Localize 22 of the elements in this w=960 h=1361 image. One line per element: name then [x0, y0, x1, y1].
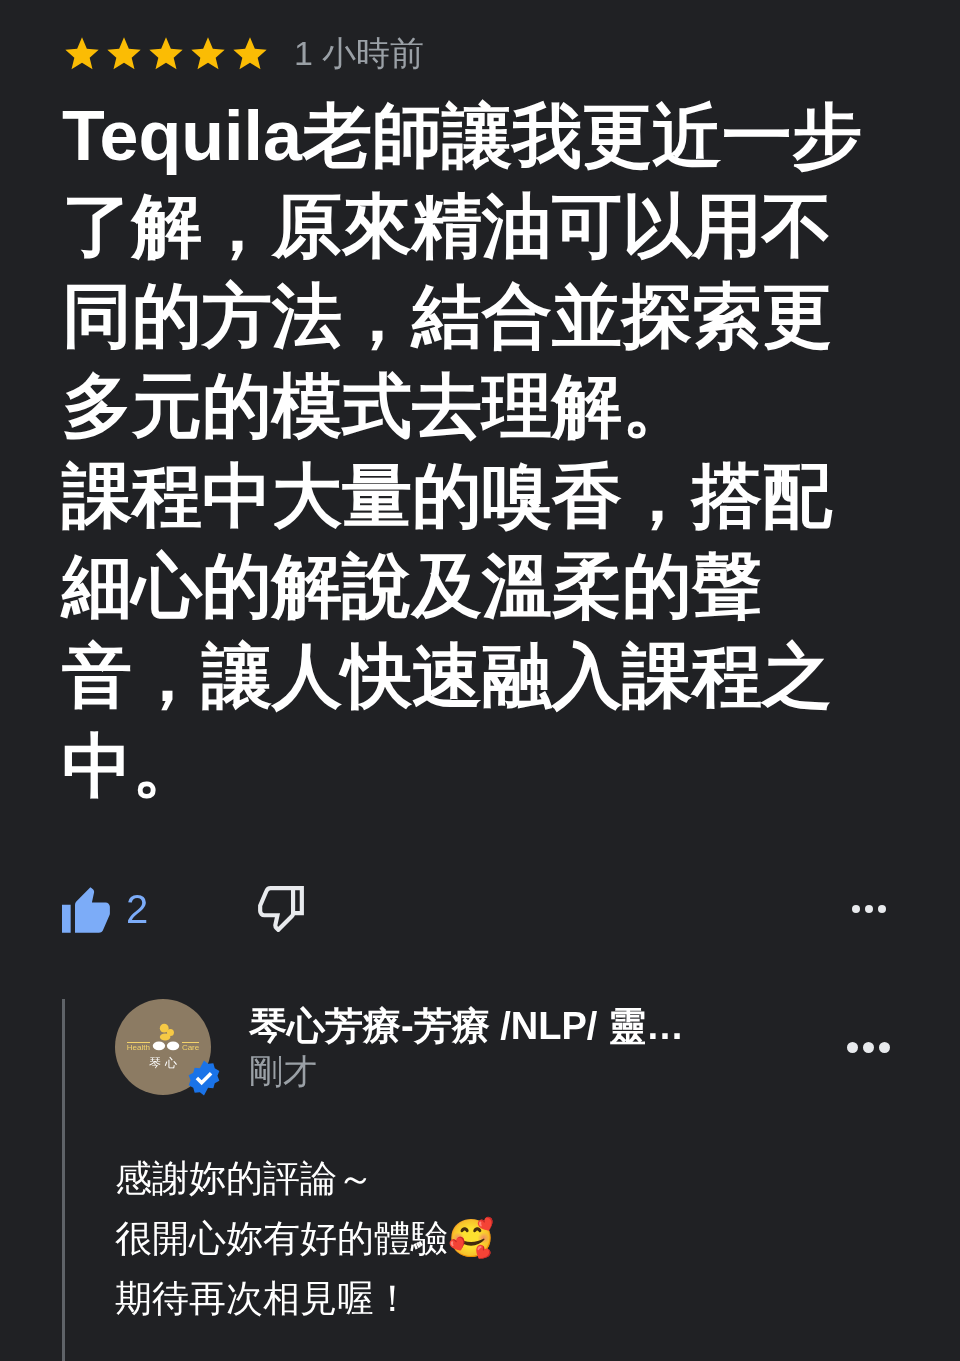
dislike-button[interactable] — [256, 886, 307, 932]
more-options-button[interactable] — [852, 905, 886, 913]
drops-icon — [150, 1022, 181, 1052]
review-text-line: 中。 — [62, 726, 202, 807]
logo-text: Care — [181, 1042, 200, 1052]
review-text-line: 音，讓人快速融入課程之 — [62, 636, 832, 717]
review-text-line: Tequila老師讓我更近一步 — [62, 96, 862, 177]
review-time: 1 小時前 — [294, 33, 425, 74]
reply-time: 剛才 — [249, 1051, 318, 1092]
logo-text: Health — [126, 1042, 150, 1052]
author-name: 琴心芳療-芳療 /NLP/ 靈… — [249, 1004, 684, 1049]
reply-text-line: 很開心妳有好的體驗🥰 — [115, 1215, 494, 1261]
like-button[interactable]: 2 — [62, 879, 149, 939]
review-text-line: 細心的解說及溫柔的聲 — [62, 546, 762, 627]
review-text-line: 課程中大量的嗅香，搭配 — [62, 456, 832, 537]
logo-name: 琴 心 — [149, 1055, 177, 1072]
reply-text-line: 期待再次相見喔！ — [115, 1277, 411, 1321]
reply-text-line: 感謝妳的評論～ — [115, 1157, 374, 1201]
review-text-line: 多元的模式去理解。 — [62, 366, 692, 447]
review-text-line: 了解，原來精油可以用不 — [62, 186, 832, 267]
review-text-line: 同的方法，結合並探索更 — [62, 276, 832, 357]
more-options-button[interactable] — [847, 1041, 890, 1053]
